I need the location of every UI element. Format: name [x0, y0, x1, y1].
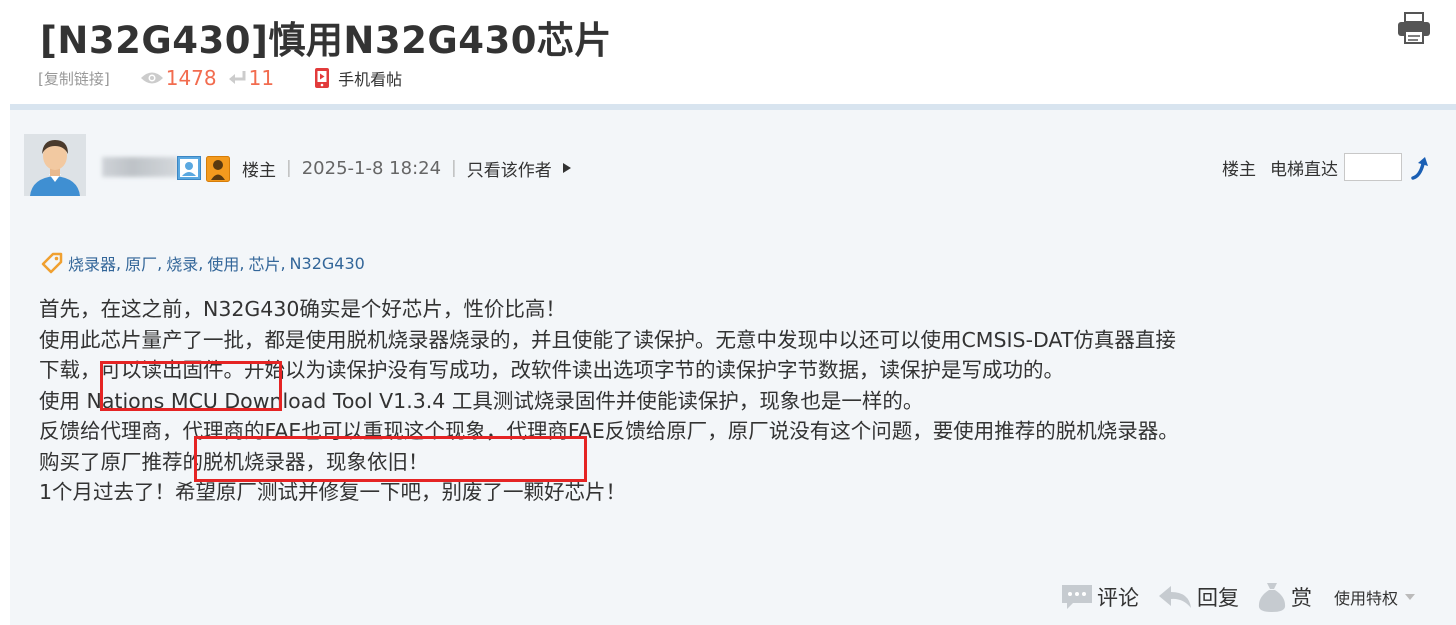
separator: |: [451, 158, 457, 178]
post: 楼主 | 2025-1-8 18:24 | 只看该作者 楼主 电梯直达 烧录器,…: [10, 110, 1456, 625]
avatar[interactable]: [24, 134, 86, 196]
post-date: 2025-1-8 18:24: [301, 157, 442, 179]
caret-down-icon: [1405, 594, 1415, 600]
reward-label: 赏: [1290, 586, 1312, 610]
avatar-person-icon: [24, 134, 86, 196]
print-icon[interactable]: [1396, 12, 1432, 44]
reward-button[interactable]: 赏: [1257, 581, 1312, 613]
triangle-right-icon: [562, 163, 571, 173]
floor-op-link[interactable]: 楼主: [1222, 155, 1256, 180]
tag-icon: [41, 252, 63, 274]
view-count: 1478: [165, 66, 217, 90]
medal-badge-icon[interactable]: [206, 156, 230, 182]
tag-link[interactable]: 使用: [207, 251, 239, 275]
thread-meta: [复制链接] 1478 11 手机看帖: [38, 64, 402, 92]
poster-info: 楼主 | 2025-1-8 18:24 | 只看该作者: [242, 155, 572, 181]
reply-label: 回复: [1196, 586, 1239, 610]
tag-link[interactable]: N32G430: [290, 254, 365, 273]
reply-arrow-icon: [1158, 586, 1191, 608]
reply-button[interactable]: 回复: [1157, 582, 1239, 612]
thread-header: [N32G430]慎用N32G430芯片 [复制链接] 1478 11 手机看帖: [0, 0, 1456, 104]
mobile-view-link[interactable]: 手机看帖: [338, 66, 402, 90]
comment-icon: [1061, 585, 1092, 609]
reply-icon: [228, 71, 246, 84]
tag-link[interactable]: 芯片: [248, 251, 280, 275]
thread-title: [N32G430]慎用N32G430芯片: [40, 19, 612, 62]
username-redacted[interactable]: [102, 157, 178, 177]
privilege-label: 使用特权: [1333, 589, 1398, 608]
use-privilege-menu[interactable]: 使用特权: [1334, 585, 1416, 609]
go-arrow-icon[interactable]: [1410, 154, 1434, 180]
content-line: 首先，在这之前，N32G430确实是个好芯片，性价比高！: [39, 297, 566, 321]
floor-navigation: 楼主 电梯直达: [1222, 152, 1434, 182]
content-line: 使用 Nations MCU Download Tool V1.3.4 工具测试…: [39, 388, 924, 413]
content-line: 反馈给代理商，代理商的FAE也可以重现这个现象，代理商FAE反馈给原厂，原厂说没…: [39, 419, 1179, 443]
copy-link[interactable]: [复制链接]: [38, 68, 110, 89]
content-line: 使用此芯片量产了一批，都是使用脱机烧录器烧录的，并且使能了读保护。无意中发现中以…: [39, 327, 1176, 352]
content-line: 购买了原厂推荐的脱机烧录器，现象依旧！: [39, 449, 429, 474]
content-line: 下载，可以读出固件。开始以为读保护没有写成功，改软件读出选项字节的读保护字节数据…: [39, 358, 1064, 382]
tag-link[interactable]: 原厂: [125, 251, 157, 275]
elevator-label: 电梯直达: [1270, 159, 1338, 180]
tag-link[interactable]: 烧录器: [68, 251, 116, 275]
tag-link[interactable]: 烧录: [166, 251, 198, 275]
eye-icon: [140, 72, 163, 84]
reply-count: 11: [248, 66, 275, 90]
post-content: 首先，在这之前，N32G430确实是个好芯片，性价比高！ 使用此芯片量产了一批，…: [39, 294, 1444, 508]
separator: |: [286, 158, 292, 178]
money-bag-icon: [1258, 583, 1286, 612]
comment-label: 评论: [1096, 586, 1139, 610]
op-label: 楼主: [242, 160, 276, 181]
only-author-link[interactable]: 只看该作者: [467, 156, 552, 181]
user-badge-icon[interactable]: [177, 156, 201, 180]
elevator-input[interactable]: [1344, 153, 1402, 181]
comment-button[interactable]: 评论: [1061, 582, 1139, 612]
post-actions: 评论 回复 赏 使用特权: [1043, 580, 1416, 614]
content-line: 1个月过去了！希望原厂测试并修复一下吧，别废了一颗好芯片！: [39, 480, 627, 504]
tag-list: 烧录器, 原厂, 烧录, 使用, 芯片, N32G430: [40, 251, 365, 275]
phone-icon[interactable]: [314, 67, 330, 89]
